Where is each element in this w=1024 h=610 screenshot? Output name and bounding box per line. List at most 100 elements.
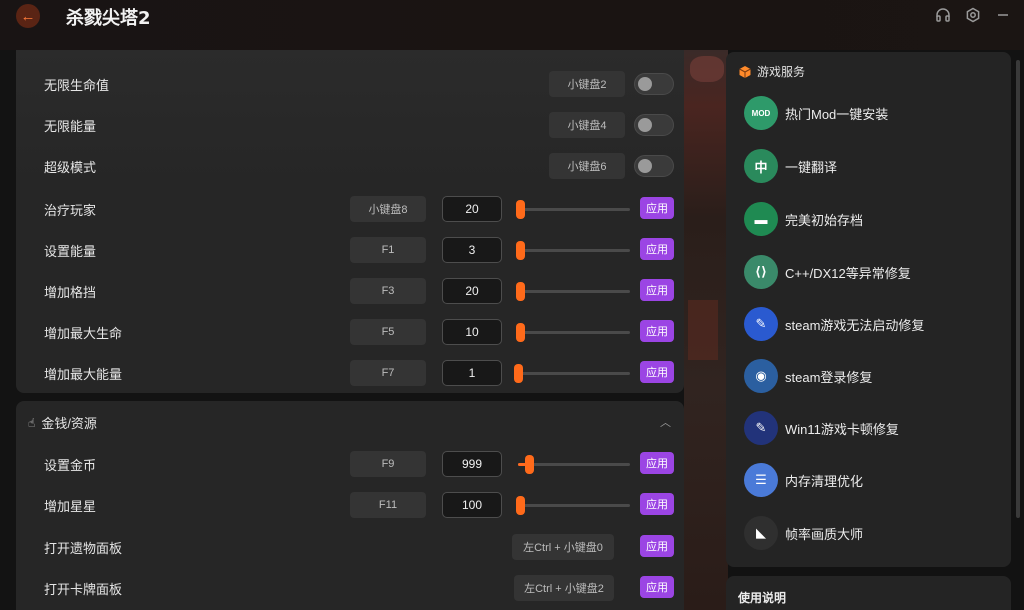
apply-button[interactable]: 应用: [640, 197, 674, 219]
hotkey-badge[interactable]: 小键盘4: [549, 112, 625, 138]
toggle-row-infinite-hp: 无限生命值 小键盘2: [44, 71, 674, 97]
value-input[interactable]: 100: [442, 492, 502, 518]
action-row-cards: 打开卡牌面板 左Ctrl + 小键盘2 应用: [44, 575, 674, 601]
chevron-up-icon[interactable]: ︿: [660, 414, 671, 430]
wrench-icon: ✎: [744, 307, 778, 341]
toggle-switch[interactable]: [634, 73, 674, 95]
row-label: 增加最大能量: [44, 367, 123, 382]
slider-thumb[interactable]: [514, 364, 523, 383]
title-bar: ← 杀戮尖塔2: [0, 0, 1024, 50]
row-label: 设置金币: [44, 458, 97, 473]
service-label: C++/DX12等异常修复: [785, 265, 911, 281]
section-header-money[interactable]: ☝ 金钱/资源: [28, 413, 97, 432]
value-slider[interactable]: [518, 455, 630, 474]
wrench-icon: ✎: [744, 411, 778, 445]
value-slider[interactable]: [516, 323, 630, 342]
hotkey-badge[interactable]: 左Ctrl + 小键盘2: [514, 575, 614, 601]
value-row-energy: 设置能量 F1 3 应用: [44, 237, 674, 263]
slider-thumb[interactable]: [516, 200, 526, 219]
hotkey-badge[interactable]: F5: [350, 319, 426, 345]
slider-thumb[interactable]: [516, 241, 526, 260]
settings-icon[interactable]: [964, 6, 982, 24]
service-label: Win11游戏卡顿修复: [785, 421, 899, 437]
back-arrow-icon[interactable]: ←: [16, 4, 40, 28]
hotkey-badge[interactable]: F7: [350, 360, 426, 386]
service-item[interactable]: ☰ 内存清理优化: [744, 462, 1004, 498]
value-slider[interactable]: [514, 364, 630, 383]
hotkey-badge[interactable]: 小键盘6: [549, 153, 625, 179]
row-label: 无限生命值: [44, 78, 110, 93]
service-label: 帧率画质大师: [785, 526, 864, 542]
row-label: 打开卡牌面板: [44, 582, 123, 597]
apply-button[interactable]: 应用: [640, 320, 674, 342]
slider-thumb[interactable]: [516, 282, 526, 301]
row-label: 增加最大生命: [44, 326, 123, 341]
value-input[interactable]: 1: [442, 360, 502, 386]
row-label: 增加星星: [44, 499, 97, 514]
value-row-heal: 治疗玩家 小键盘8 20 应用: [44, 196, 674, 222]
service-label: 一键翻译: [785, 159, 838, 175]
apply-button[interactable]: 应用: [640, 493, 674, 515]
service-label: 热门Mod一键安装: [785, 106, 889, 122]
value-input[interactable]: 10: [442, 319, 502, 345]
hotkey-badge[interactable]: F11: [350, 492, 426, 518]
value-row-stars: 增加星星 F11 100 应用: [44, 492, 674, 518]
hotkey-badge[interactable]: F1: [350, 237, 426, 263]
service-item[interactable]: ◉ steam登录修复: [744, 358, 1004, 394]
hotkey-badge[interactable]: 小键盘8: [350, 196, 426, 222]
row-label: 无限能量: [44, 119, 97, 134]
value-input[interactable]: 20: [442, 196, 502, 222]
apply-button[interactable]: 应用: [640, 535, 674, 557]
row-label: 打开遗物面板: [44, 541, 123, 556]
slider-thumb[interactable]: [525, 455, 535, 474]
hotkey-badge[interactable]: 左Ctrl + 小键盘0: [512, 534, 614, 560]
toggle-row-infinite-energy: 无限能量 小键盘4: [44, 112, 674, 138]
row-label: 治疗玩家: [44, 203, 97, 218]
apply-button[interactable]: 应用: [640, 361, 674, 383]
value-row-gold: 设置金币 F9 999 应用: [44, 451, 674, 477]
apply-button[interactable]: 应用: [640, 238, 674, 260]
value-slider[interactable]: [516, 496, 630, 515]
slider-thumb[interactable]: [516, 323, 526, 342]
service-item[interactable]: ✎ steam游戏无法启动修复: [744, 306, 1004, 342]
hotkey-badge[interactable]: F3: [350, 278, 426, 304]
memory-clean-icon: ☰: [744, 463, 778, 497]
apply-button[interactable]: 应用: [640, 576, 674, 598]
fps-master-icon: ◣: [744, 516, 778, 550]
usage-title: 使用说明: [738, 591, 787, 605]
hand-pointer-icon: ☝: [28, 415, 36, 430]
hotkey-badge[interactable]: F9: [350, 451, 426, 477]
mod-icon: MOD: [744, 96, 778, 130]
value-row-max-energy: 增加最大能量 F7 1 应用: [44, 360, 674, 386]
value-input[interactable]: 20: [442, 278, 502, 304]
service-label: steam登录修复: [785, 369, 873, 385]
box-icon: [739, 65, 751, 78]
value-slider[interactable]: [516, 282, 630, 301]
value-input[interactable]: 999: [442, 451, 502, 477]
toggle-switch[interactable]: [634, 155, 674, 177]
value-slider[interactable]: [516, 200, 630, 219]
headset-icon[interactable]: [934, 6, 952, 24]
apply-button[interactable]: 应用: [640, 279, 674, 301]
service-item[interactable]: ⟨⟩ C++/DX12等异常修复: [744, 254, 1004, 290]
services-title: 游戏服务: [757, 65, 806, 79]
background-artwork: [684, 50, 728, 610]
service-item[interactable]: ✎ Win11游戏卡顿修复: [744, 410, 1004, 446]
service-item[interactable]: ▬ 完美初始存档: [744, 201, 1004, 237]
slider-thumb[interactable]: [516, 496, 526, 515]
value-slider[interactable]: [516, 241, 630, 260]
hotkey-badge[interactable]: 小键盘2: [549, 71, 625, 97]
toggle-switch[interactable]: [634, 114, 674, 136]
service-label: 完美初始存档: [785, 212, 864, 228]
minimize-icon[interactable]: [994, 6, 1012, 24]
steam-icon: ◉: [744, 359, 778, 393]
row-label: 超级模式: [44, 160, 97, 175]
service-item[interactable]: MOD 热门Mod一键安装: [744, 95, 1004, 131]
service-item[interactable]: ◣ 帧率画质大师: [744, 515, 1004, 551]
scrollbar[interactable]: [1016, 60, 1020, 518]
value-input[interactable]: 3: [442, 237, 502, 263]
service-label: 内存清理优化: [785, 473, 864, 489]
service-item[interactable]: 中一键翻译: [744, 148, 1004, 184]
apply-button[interactable]: 应用: [640, 452, 674, 474]
file-repair-icon: ⟨⟩: [744, 255, 778, 289]
